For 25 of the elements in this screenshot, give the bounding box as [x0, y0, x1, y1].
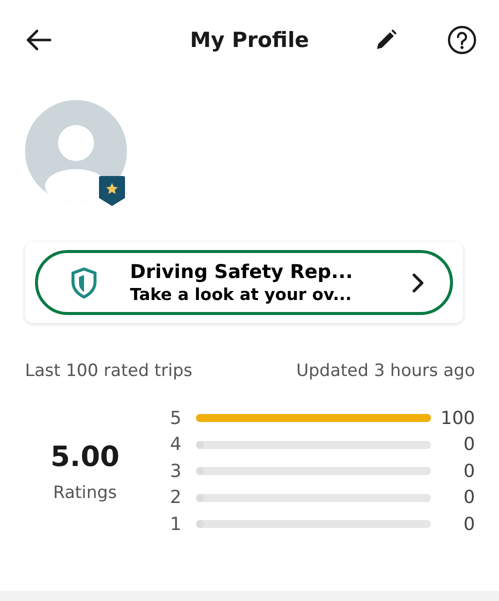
average-rating: 5.00: [50, 440, 120, 473]
rating-count: 0: [462, 460, 475, 482]
star-level-label: 4: [170, 434, 182, 456]
star-level-label: 2: [170, 487, 182, 508]
page-title: My Profile: [190, 28, 310, 52]
rated-trips-caption: Last 100 rated trips: [25, 361, 192, 381]
back-button[interactable]: [26, 29, 52, 51]
edit-button[interactable]: [375, 29, 397, 51]
star-level-label: 3: [170, 460, 182, 482]
pencil-icon: [375, 29, 397, 51]
avatar-icon: [25, 100, 127, 202]
ratings-label: Ratings: [53, 482, 117, 503]
back-arrow-icon: [26, 29, 52, 51]
help-icon: [447, 25, 477, 55]
help-button[interactable]: [447, 25, 477, 55]
star-level-label: 5: [170, 408, 182, 429]
rating-count: 0: [462, 434, 475, 456]
chevron-right-icon: [410, 272, 426, 294]
rating-count: 0: [462, 487, 475, 508]
star-level-label: 1: [170, 514, 182, 535]
safety-report-link[interactable]: Driving Safety Rep... Take a look at your ov...: [35, 250, 453, 315]
star-badge-icon: [99, 176, 125, 206]
rating-count: 100: [440, 408, 475, 429]
rating-count: 0: [462, 514, 475, 535]
updated-time: Updated 3 hours ago: [296, 361, 475, 381]
